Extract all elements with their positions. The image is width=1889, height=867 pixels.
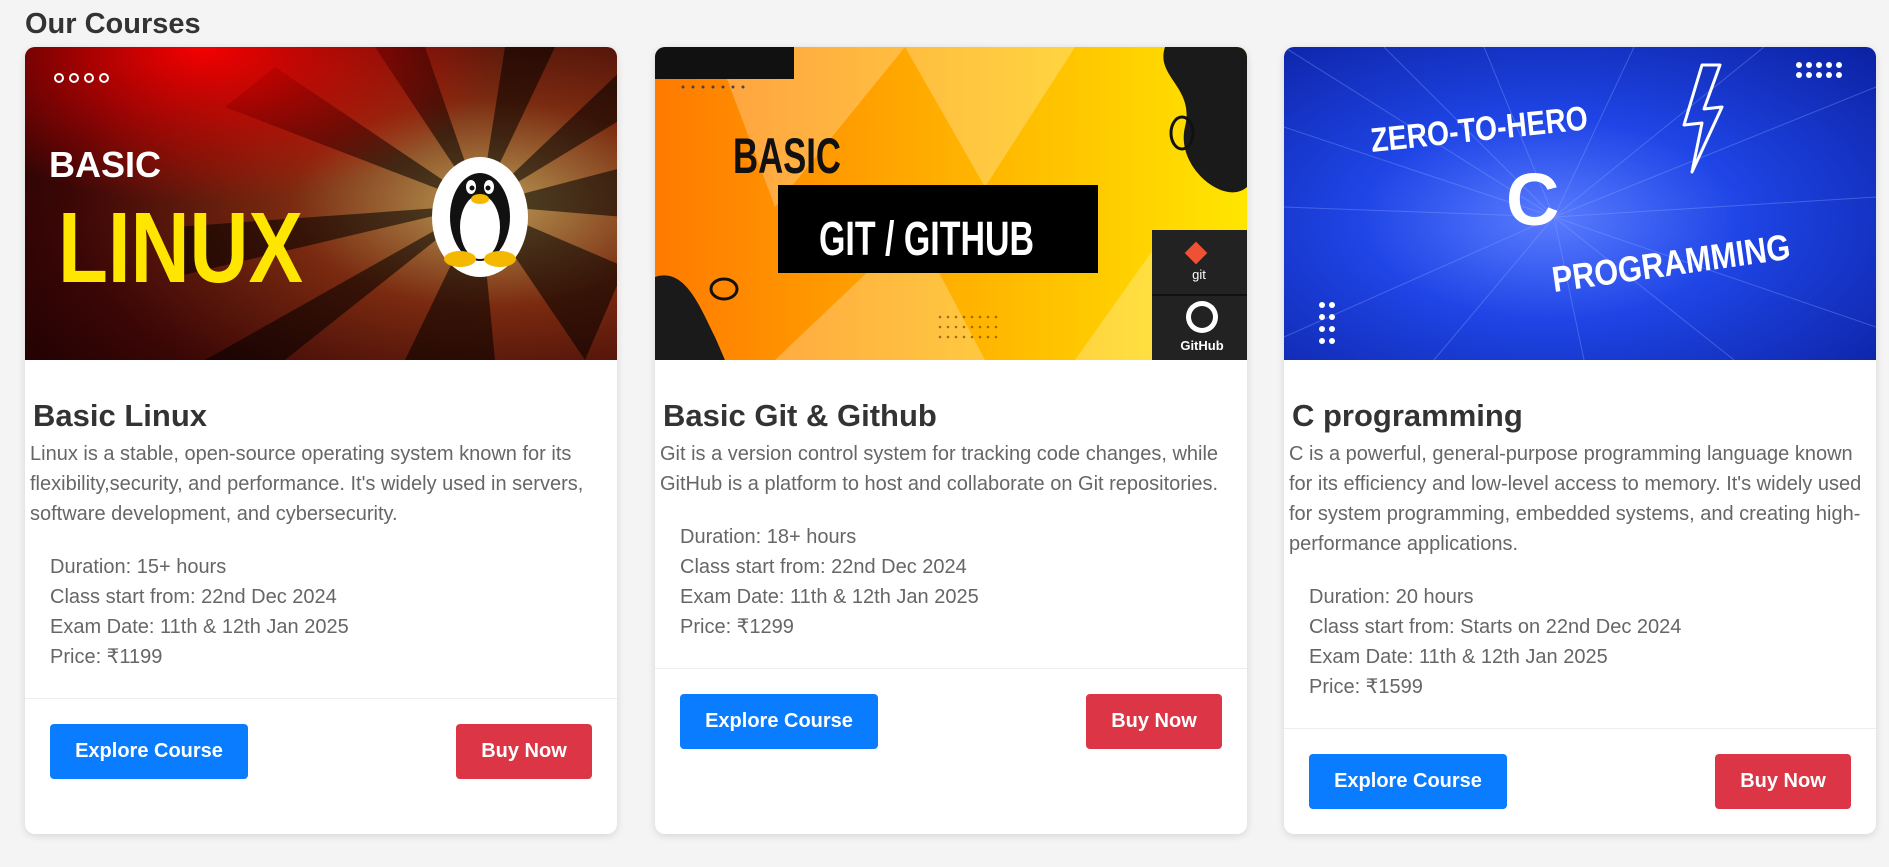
course-title: Basic Git & Github [663, 398, 937, 433]
course-price: Price: ₹1199 [50, 646, 163, 668]
course-start-date: Class start from: Starts on 22nd Dec 202… [1309, 616, 1682, 638]
banner-text-line1: BASIC [49, 144, 161, 185]
course-exam-date: Exam Date: 11th & 12th Jan 2025 [680, 586, 979, 608]
banner-text-line2: GIT / GITHUB [819, 213, 1034, 266]
explore-course-button[interactable]: Explore Course [680, 694, 878, 749]
course-exam-date: Exam Date: 11th & 12th Jan 2025 [50, 616, 349, 638]
buy-now-button[interactable]: Buy Now [456, 724, 592, 779]
course-title: Basic Linux [33, 398, 207, 433]
explore-course-button[interactable]: Explore Course [50, 724, 248, 779]
course-price: Price: ₹1599 [1309, 676, 1423, 698]
course-description: C is a powerful, general-purpose program… [1289, 443, 1862, 555]
explore-course-button[interactable]: Explore Course [1309, 754, 1507, 809]
course-description: Linux is a stable, open-source operating… [30, 443, 584, 525]
banner-text-line1: BASIC [733, 128, 841, 184]
card-divider [655, 668, 1247, 669]
course-duration: Duration: 18+ hours [680, 526, 857, 548]
course-banner-git[interactable]: BASIC GIT / GITHUB git GitHub [655, 47, 1247, 360]
banner-text-line2: C [1506, 158, 1559, 241]
svg-text:GitHub: GitHub [1180, 338, 1223, 353]
buy-now-button[interactable]: Buy Now [1715, 754, 1851, 809]
course-details: Duration: 20 hours Class start from: Sta… [1309, 582, 1681, 702]
course-card-linux: BASIC LINUX Basic Linux Linux is a stabl… [25, 47, 617, 834]
course-details: Duration: 18+ hours Class start from: 22… [680, 522, 979, 642]
course-start-date: Class start from: 22nd Dec 2024 [50, 586, 337, 608]
course-banner-linux[interactable]: BASIC LINUX [25, 47, 617, 360]
course-duration: Duration: 20 hours [1309, 586, 1474, 608]
course-duration: Duration: 15+ hours [50, 556, 227, 578]
course-start-date: Class start from: 22nd Dec 2024 [680, 556, 967, 578]
svg-text:git: git [1192, 267, 1206, 282]
course-banner-c[interactable]: ZERO-TO-HERO C PROGRAMMING [1284, 47, 1876, 360]
page-title: Our Courses [25, 8, 201, 40]
course-card-c: ZERO-TO-HERO C PROGRAMMING C programming… [1284, 47, 1876, 834]
course-card-git: BASIC GIT / GITHUB git GitHub Basic Git … [655, 47, 1247, 834]
banner-text-line2: LINUX [58, 192, 303, 304]
card-divider [25, 698, 617, 699]
card-divider [1284, 728, 1876, 729]
tux-penguin-icon [432, 157, 528, 277]
buy-now-button[interactable]: Buy Now [1086, 694, 1222, 749]
course-price: Price: ₹1299 [680, 616, 794, 638]
course-description: Git is a version control system for trac… [660, 443, 1219, 495]
course-exam-date: Exam Date: 11th & 12th Jan 2025 [1309, 646, 1608, 668]
course-title: C programming [1292, 398, 1523, 433]
course-details: Duration: 15+ hours Class start from: 22… [50, 552, 349, 672]
